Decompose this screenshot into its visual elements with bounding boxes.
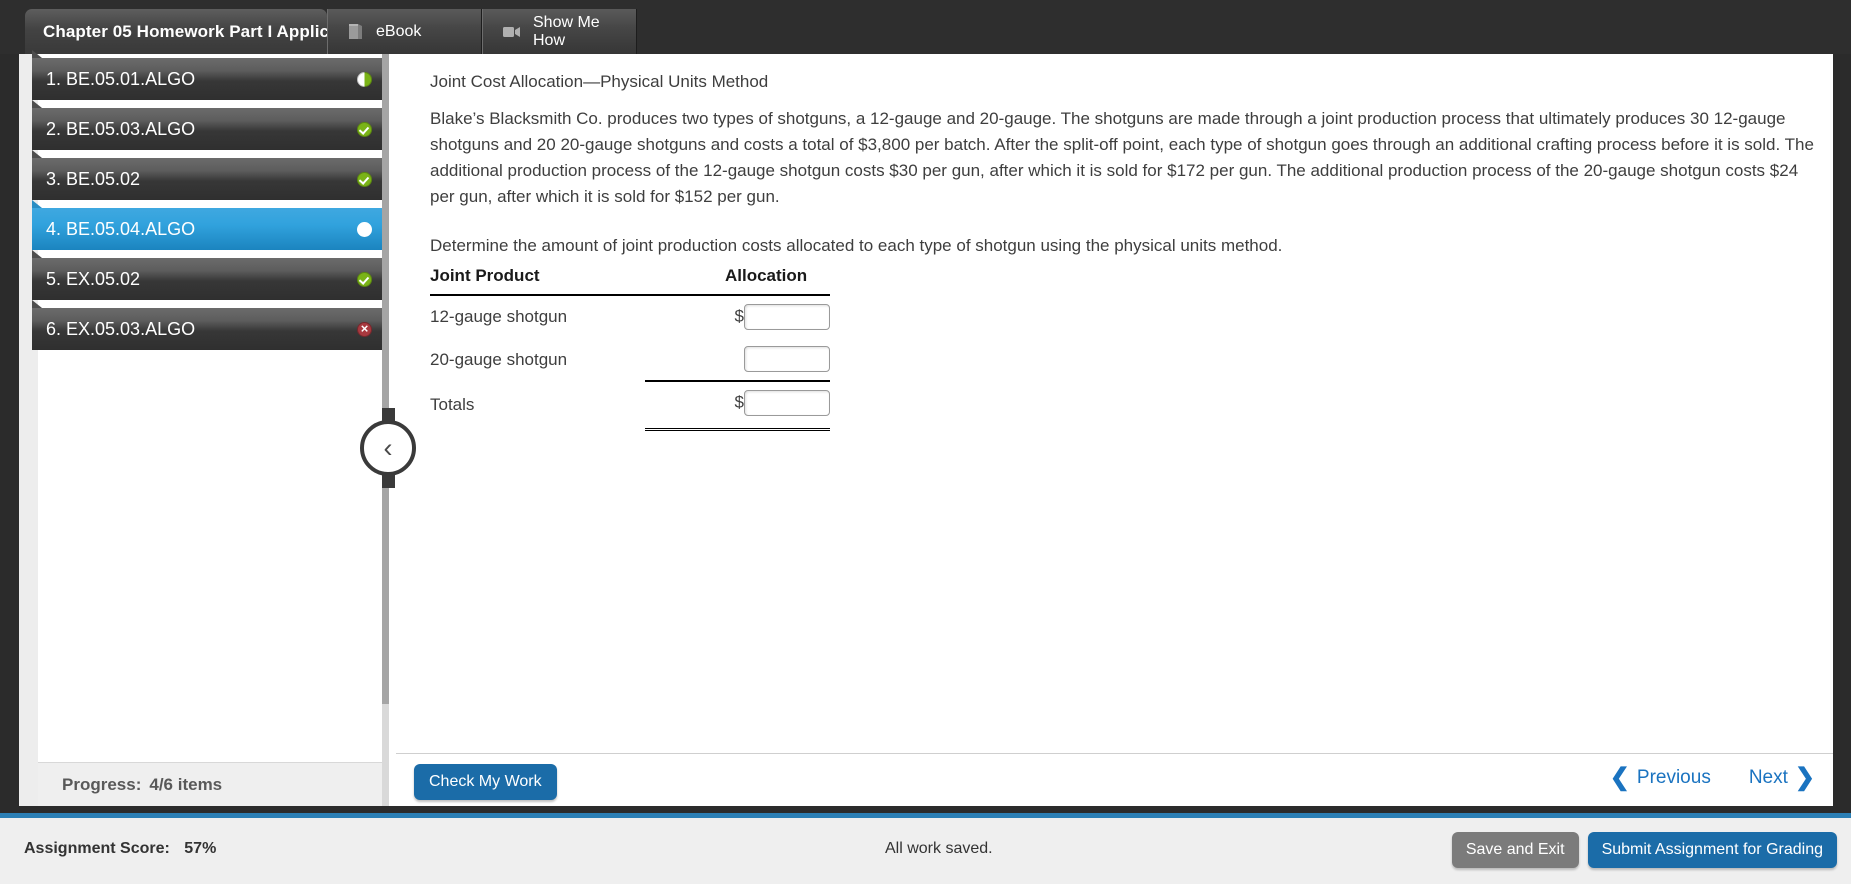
sidebar-item-1-label: 1. BE.05.01.ALGO: [46, 68, 196, 89]
row-value-totals: $: [645, 381, 830, 431]
status-bar-actions: Save and Exit Submit Assignment for Grad…: [1451, 832, 1837, 868]
question-body-area: Joint Cost Allocation—Physical Units Met…: [396, 54, 1833, 754]
content-footer: Check My Work ❮ Previous Next ❯: [396, 753, 1833, 806]
status-partial-icon: [357, 71, 372, 87]
question-instruction: Determine the amount of joint production…: [430, 236, 1283, 255]
question-text: Blake’s Blacksmith Co. produces two type…: [430, 109, 1814, 206]
save-and-exit-button[interactable]: Save and Exit: [1451, 832, 1579, 868]
progress-value: 4/6 items: [149, 774, 223, 794]
currency-symbol: $: [734, 306, 744, 326]
previous-label: Previous: [1636, 767, 1711, 788]
status-current-icon: [357, 221, 372, 237]
submit-assignment-button[interactable]: Submit Assignment for Grading: [1587, 832, 1837, 868]
column-header-joint-product: Joint Product: [430, 266, 645, 296]
navigation-links: ❮ Previous Next ❯: [1610, 766, 1815, 790]
assignment-score: Assignment Score: 57%: [24, 840, 216, 858]
assignment-score-label: Assignment Score:: [24, 840, 170, 857]
allocation-input-12-gauge[interactable]: [744, 304, 830, 330]
next-button[interactable]: Next ❯: [1749, 766, 1815, 790]
tab-assignment[interactable]: Chapter 05 Homework Part I Applic:: [25, 9, 327, 54]
sidebar-item-2[interactable]: 2. BE.05.03.ALGO: [32, 100, 384, 150]
sidebar-item-5[interactable]: 5. EX.05.02: [32, 250, 384, 300]
save-status-message: All work saved.: [885, 840, 993, 857]
column-header-allocation: Allocation: [645, 266, 830, 296]
sidebar-collapse-handle[interactable]: ‹: [360, 408, 416, 488]
sidebar-scrollbar-thumb[interactable]: [382, 54, 389, 704]
next-label: Next: [1748, 767, 1788, 788]
tab-ebook-label: eBook: [376, 22, 422, 40]
sidebar-item-1[interactable]: 1. BE.05.01.ALGO: [32, 50, 384, 100]
sidebar-item-5-label: 5. EX.05.02: [46, 268, 141, 289]
tab-show-me-how-label: Show Me How: [533, 13, 600, 49]
row-label-20-gauge: 20-gauge shotgun: [430, 349, 568, 369]
allocation-table: Joint Product Allocation 12-gauge shotgu…: [430, 266, 830, 431]
sidebar-item-4[interactable]: 4. BE.05.04.ALGO: [32, 200, 384, 250]
tab-ebook[interactable]: eBook: [327, 9, 482, 54]
status-bar: Assignment Score: 57% All work saved. Sa…: [0, 813, 1851, 884]
row-value-12-gauge: $: [645, 295, 830, 338]
check-my-work-button[interactable]: Check My Work: [414, 764, 557, 800]
allocation-table-body: 12-gauge shotgun $ 20-gauge shotgun Tota…: [430, 295, 830, 431]
chevron-left-icon[interactable]: ‹: [360, 420, 416, 476]
previous-button[interactable]: ❮ Previous: [1610, 766, 1711, 790]
question-list: 1. BE.05.01.ALGO 2. BE.05.03.ALGO 3. BE.…: [32, 50, 384, 358]
question-content-panel: Joint Cost Allocation—Physical Units Met…: [396, 54, 1833, 806]
sidebar-item-2-label: 2. BE.05.03.ALGO: [46, 118, 196, 139]
table-header-row: Joint Product Allocation: [430, 266, 830, 296]
status-incorrect-icon: [357, 321, 372, 337]
row-label-12-gauge: 12-gauge shotgun: [430, 307, 568, 326]
chevron-right-icon: ❯: [1794, 764, 1815, 791]
row-value-20-gauge: [645, 338, 830, 382]
video-camera-icon: [501, 24, 522, 40]
question-sidebar: 1. BE.05.01.ALGO 2. BE.05.03.ALGO 3. BE.…: [19, 50, 389, 806]
assignment-score-value: 57%: [184, 840, 217, 857]
row-label-totals: Totals: [430, 395, 475, 415]
progress-indicator: Progress: 4/6 items: [38, 762, 389, 806]
top-bar: Chapter 05 Homework Part I Applic: eBook: [0, 0, 1851, 54]
status-complete-icon: [357, 271, 372, 287]
window-right-edge: [1833, 0, 1851, 818]
status-complete-icon: [357, 171, 372, 187]
allocation-input-totals[interactable]: [744, 390, 830, 416]
sidebar-item-6[interactable]: 6. EX.05.03.ALGO: [32, 300, 384, 350]
progress-label: Progress:: [62, 774, 142, 794]
sidebar-item-6-label: 6. EX.05.03.ALGO: [46, 318, 196, 339]
book-icon: [346, 22, 365, 41]
allocation-table-head: Joint Product Allocation: [430, 266, 830, 296]
sidebar-item-4-label: 4. BE.05.04.ALGO: [46, 218, 196, 239]
window-left-edge: [0, 0, 19, 818]
currency-symbol: $: [734, 392, 744, 412]
table-row: Totals $: [430, 381, 830, 431]
application-root: Chapter 05 Homework Part I Applic: eBook: [0, 0, 1851, 884]
chevron-left-icon: ❮: [1609, 764, 1630, 791]
table-row: 20-gauge shotgun: [430, 338, 830, 382]
table-row: 12-gauge shotgun $: [430, 295, 830, 338]
sidebar-item-3-label: 3. BE.05.02: [46, 168, 141, 189]
allocation-input-20-gauge[interactable]: [744, 346, 830, 372]
tab-strip: Chapter 05 Homework Part I Applic: eBook: [25, 9, 637, 54]
question-title: Joint Cost Allocation—Physical Units Met…: [430, 72, 769, 91]
tab-show-me-how[interactable]: Show Me How: [482, 9, 637, 54]
status-complete-icon: [357, 121, 372, 137]
sidebar-item-3[interactable]: 3. BE.05.02: [32, 150, 384, 200]
tab-assignment-label: Chapter 05 Homework Part I Applic:: [43, 21, 327, 41]
